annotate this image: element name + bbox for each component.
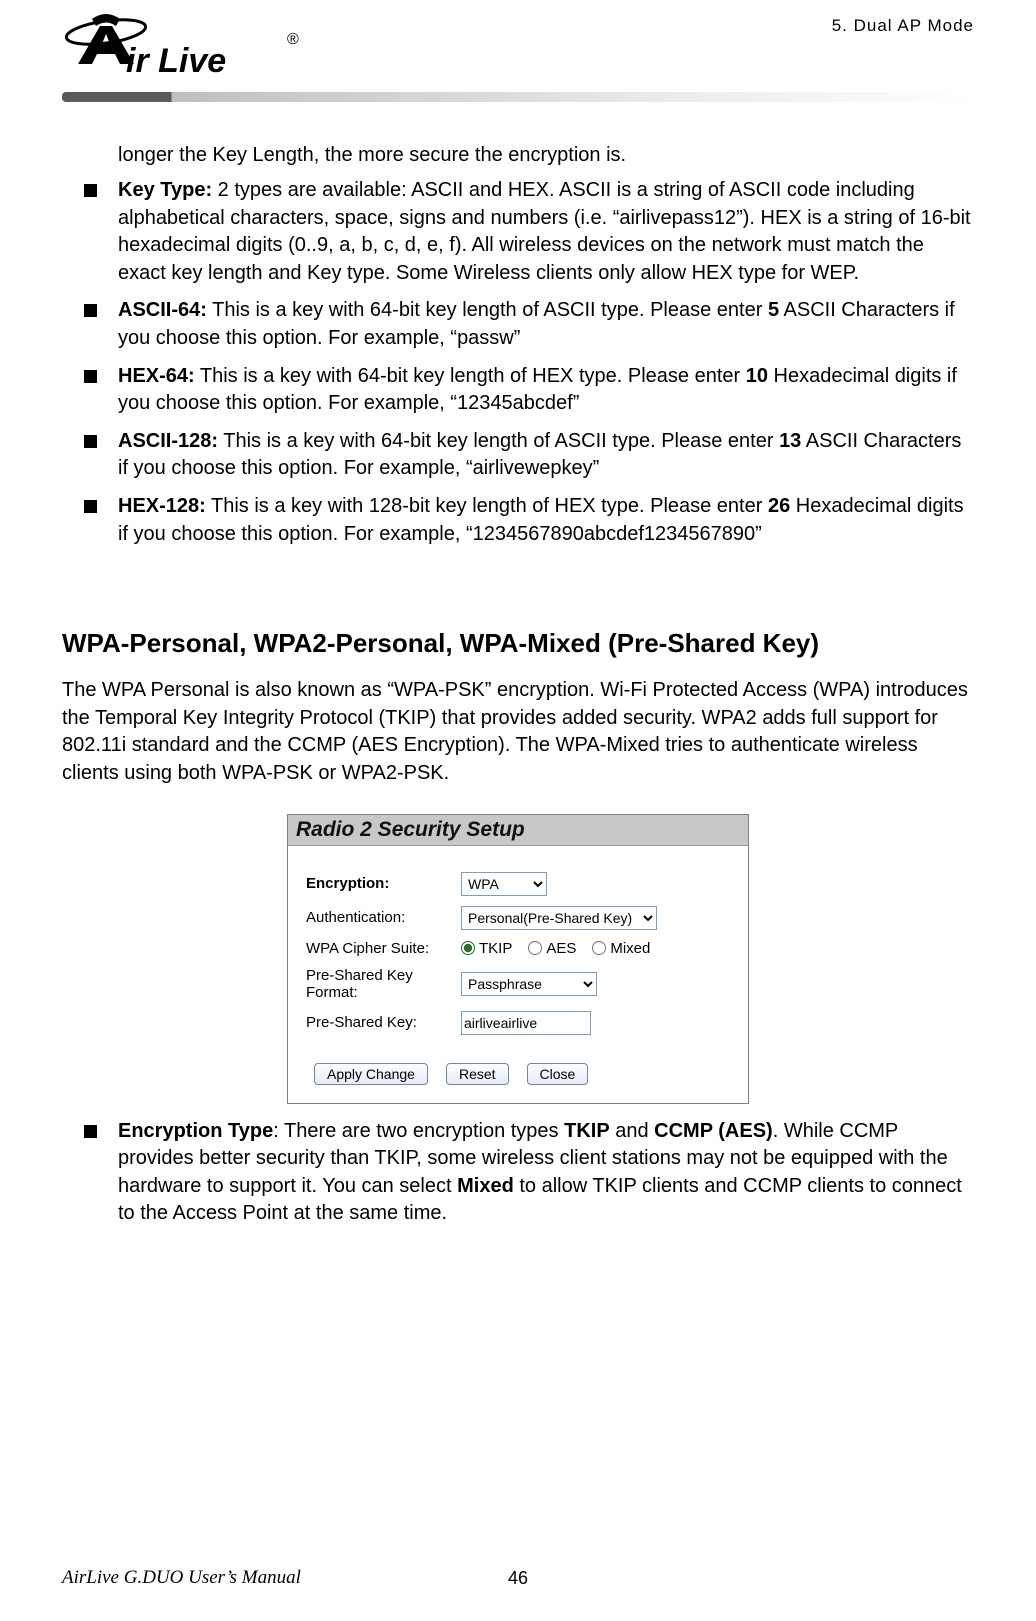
cipher-radio-mixed[interactable]: Mixed [592, 940, 650, 957]
text: This is a key with 64-bit key length of … [195, 365, 746, 387]
radio-tkip[interactable] [461, 941, 475, 955]
text: This is a key with 64-bit key length of … [218, 430, 779, 452]
term: Encryption Type [118, 1120, 273, 1142]
bold: TKIP [564, 1120, 610, 1142]
psk-input[interactable] [461, 1011, 591, 1035]
radio-aes[interactable] [528, 941, 542, 955]
dialog-title: Radio 2 Security Setup [288, 815, 748, 846]
section-heading: WPA-Personal, WPA2-Personal, WPA-Mixed (… [62, 628, 974, 659]
list-item: ASCII-128: This is a key with 64-bit key… [84, 428, 974, 483]
encryption-label: Encryption: [306, 875, 461, 892]
list-item: ASCII-64: This is a key with 64-bit key … [84, 297, 974, 352]
value: 13 [779, 430, 801, 452]
authentication-label: Authentication: [306, 909, 461, 926]
value: 26 [768, 495, 790, 517]
close-button[interactable]: Close [527, 1063, 589, 1085]
security-setup-dialog: Radio 2 Security Setup Encryption: WPA A… [287, 814, 749, 1104]
page-number: 46 [0, 1568, 1036, 1589]
bullet-list-2: Encryption Type: There are two encryptio… [84, 1118, 974, 1228]
airlive-logo: ir Live ® [62, 14, 322, 84]
cipher-radio-tkip[interactable]: TKIP [461, 940, 512, 957]
list-item: Key Type: 2 types are available: ASCII a… [84, 177, 974, 287]
header-divider [62, 92, 974, 102]
text: There are two encryption types [279, 1120, 564, 1142]
intro-tail: longer the Key Length, the more secure t… [118, 142, 974, 169]
text: 2 types are available: ASCII and HEX. AS… [118, 179, 971, 284]
psk-format-select[interactable]: Passphrase [461, 972, 597, 996]
encryption-select[interactable]: WPA [461, 872, 547, 896]
svg-text:ir Live: ir Live [126, 42, 226, 80]
authentication-select[interactable]: Personal(Pre-Shared Key) [461, 906, 657, 930]
list-item: HEX-64: This is a key with 64-bit key le… [84, 363, 974, 418]
text: This is a key with 64-bit key length of … [207, 299, 768, 321]
value: 5 [768, 299, 779, 321]
term: ASCII-64: [118, 299, 207, 321]
list-item: HEX-128: This is a key with 128-bit key … [84, 493, 974, 548]
psk-label: Pre-Shared Key: [306, 1014, 461, 1031]
value: 10 [746, 365, 768, 387]
term: HEX-64: [118, 365, 195, 387]
cipher-radio-aes[interactable]: AES [528, 940, 576, 957]
psk-format-label: Pre-Shared Key Format: [306, 967, 461, 1001]
svg-text:®: ® [287, 31, 299, 48]
list-item: Encryption Type: There are two encryptio… [84, 1118, 974, 1228]
term: ASCII-128: [118, 430, 218, 452]
apply-change-button[interactable]: Apply Change [314, 1063, 428, 1085]
reset-button[interactable]: Reset [446, 1063, 509, 1085]
cipher-label: WPA Cipher Suite: [306, 940, 461, 957]
term: HEX-128: [118, 495, 206, 517]
bullet-list-1: Key Type: 2 types are available: ASCII a… [84, 177, 974, 548]
term: Key Type: [118, 179, 212, 201]
bold: CCMP (AES) [654, 1120, 773, 1142]
bold: Mixed [457, 1175, 514, 1197]
section-paragraph: The WPA Personal is also known as “WPA-P… [62, 677, 974, 787]
radio-mixed[interactable] [592, 941, 606, 955]
header-section: 5. Dual AP Mode [832, 14, 974, 36]
text: This is a key with 128-bit key length of… [206, 495, 768, 517]
